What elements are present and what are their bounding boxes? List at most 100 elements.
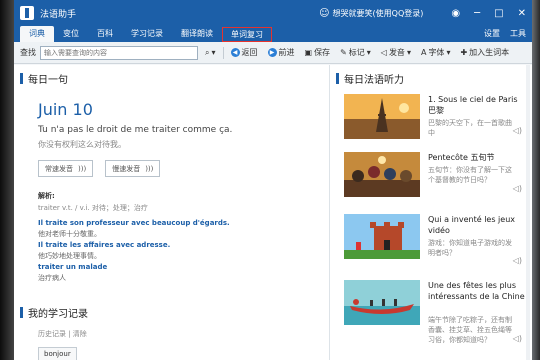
daily-sentence: Tu n'a pas le droit de me traiter comme … [38,125,233,135]
search-input[interactable] [40,45,198,60]
list-item[interactable]: Qui a inventé les jeux vidéo 游戏：你知道电子游戏的… [330,214,532,268]
speaker-icon[interactable]: ◁) [513,334,522,343]
speaker-icon: ))) [78,164,87,173]
speaker-icon[interactable]: ◁) [513,256,522,265]
forward-button[interactable]: ▶ 前进 [265,47,298,58]
user-icon[interactable]: ☺ [319,8,329,19]
section-header: 我的学习记录 [14,299,94,326]
search-button[interactable]: ⌕ ▾ [202,48,219,58]
daily-header: 每日一句 [28,75,68,86]
minimize-icon[interactable]: ─ [474,8,480,19]
font-button[interactable]: A 字体 ▾ [418,47,454,58]
analysis-label: 解析: [38,192,55,200]
records-header: 我的学习记录 [28,309,88,320]
section-marker [336,73,339,84]
bookmark-button[interactable]: ✎ 标记 ▾ [337,47,374,58]
add-word-button[interactable]: ✚ 加入生词本 [457,47,512,58]
normal-speed-button[interactable]: 常速发音))) [38,160,94,177]
speaker-icon[interactable]: ◁) [513,184,522,193]
add-word-icon: ✚ [460,48,468,57]
speak-button[interactable]: ◁ 发音 ▾ [378,47,414,58]
slow-speed-button[interactable]: 慢速发音))) [105,160,161,177]
chevron-down-icon: ▾ [446,48,451,57]
save-label: 保存 [314,48,331,57]
user-name[interactable]: 想哭就要笑(使用QQ登录) [333,8,424,19]
history-links[interactable]: 历史记录 | 清除 [38,329,87,339]
example-fr: Il traite les affaires avec adresse. [38,241,171,249]
history-word[interactable]: bonjour [38,347,77,360]
thumbnail-videogame-image[interactable] [344,214,420,259]
search-icon: ⌕ [205,47,210,57]
thumbnail-pentecost-image[interactable] [344,152,420,197]
save-button[interactable]: ▣ 保存 [302,47,334,58]
list-item[interactable]: Pentecôte 五旬节 五旬节：你没有了解一下这个基督教的节日吗？ ◁) [330,152,532,206]
item-title[interactable]: Qui a inventé les jeux vidéo [428,214,528,236]
item-desc: 巴黎的天空下，在一首歌曲中 [428,119,512,137]
audio-buttons: 常速发音))) 慢速发音))) [38,160,329,177]
item-desc: 五旬节：你没有了解一下这个基督教的节日吗？ [428,166,512,184]
maximize-icon[interactable]: □ [494,8,503,19]
app-title: 法语助手 [40,9,77,20]
tools-menu[interactable]: 工具 [510,26,526,42]
analysis-text: traiter v.t. / v.i. 对待；处理；治疗 [38,204,148,212]
chevron-down-icon: ▾ [406,48,411,57]
chevron-down-icon: ▾ [366,48,371,57]
speaker-icon[interactable]: ◁) [513,126,522,135]
forward-arrow-icon: ▶ [267,48,277,57]
tab-conjugation[interactable]: 变位 [54,26,88,42]
bookmark-icon: ✎ [340,48,347,57]
section-header: 每日法语听力 [330,65,532,92]
thumbnail-dragon-boat-image[interactable] [344,280,420,325]
forward-label: 前进 [278,48,295,57]
item-desc: 端午节除了吃粽子，还有制香囊、挂艾草、拴五色绳等习俗，你都知道吗？ [428,316,512,344]
skin-icon[interactable]: ◉ [451,8,460,19]
item-desc: 游戏：你知道电子游戏的发明者吗？ [428,239,512,257]
tab-translate-read[interactable]: 翻译朗读 [172,26,222,42]
listening-header: 每日法语听力 [344,75,404,86]
example-cn: 他巧妙地处理事情。 [38,252,101,260]
slow-speed-label: 慢速发音 [112,164,141,173]
item-title[interactable]: Pentecôte 五旬节 [428,152,528,163]
back-arrow-icon: ◀ [230,48,240,57]
save-icon: ▣ [304,48,313,57]
tab-encyclopedia[interactable]: 百科 [88,26,122,42]
app-logo-icon [20,6,34,20]
scrollbar[interactable] [526,65,530,360]
back-button[interactable]: ◀ 返回 [228,47,261,58]
section-marker [20,73,23,84]
example-cn: 他对老师十分敬重。 [38,230,101,238]
app-window: 法语助手 ☺ 想哭就要笑(使用QQ登录) ◉ ─ □ ✕ 词典 变位 百科 学习… [14,0,532,360]
example-cn: 治疗病人 [38,274,66,282]
list-item[interactable]: Une des fêtes les plus intéressants de l… [330,280,532,344]
item-title[interactable]: 1. Sous le ciel de Paris 巴黎 [428,94,528,116]
daily-translation: 你没有权利这么对待我。 [38,140,126,149]
font-icon: A [420,48,427,57]
tab-word-review[interactable]: 单词复习 [222,27,272,42]
dropdown-icon: ▾ [211,48,216,57]
back-label: 返回 [241,48,258,57]
section-marker [20,307,23,318]
list-item[interactable]: 1. Sous le ciel de Paris 巴黎 巴黎的天空下，在一首歌曲… [330,94,532,148]
normal-speed-label: 常速发音 [45,164,73,173]
add-word-label: 加入生词本 [469,48,510,57]
close-icon[interactable]: ✕ [518,8,526,19]
thumbnail-paris-image[interactable] [344,94,420,139]
settings-menu[interactable]: 设置 [484,26,500,42]
example-fr: traiter un malade [38,263,108,271]
example-fr: Il traite son professeur avec beaucoup d… [38,219,230,227]
menu-bar: 词典 变位 百科 学习记录 翻译朗读 单词复习 设置 工具 [14,26,532,42]
font-label: 字体 [428,48,445,57]
speaker-icon: ))) [145,164,154,173]
search-label: 查找 [20,48,36,57]
daily-sentence-panel: 每日一句 Juin 10 Tu n'a pas le droit de me t… [14,65,330,360]
speaker-icon: ◁ [380,48,387,57]
tab-dictionary[interactable]: 词典 [20,26,54,42]
title-bar: 法语助手 ☺ 想哭就要笑(使用QQ登录) ◉ ─ □ ✕ [14,0,532,26]
bookmark-label: 标记 [348,48,365,57]
divider [222,46,224,59]
item-title[interactable]: Une des fêtes les plus intéressants de l… [428,280,528,302]
section-header: 每日一句 [14,65,329,92]
tab-study-records[interactable]: 学习记录 [122,26,172,42]
date: Juin 10 [38,100,93,119]
listening-panel: 每日法语听力 1. Sous le ciel de Paris 巴黎 巴黎的天空… [330,65,532,360]
